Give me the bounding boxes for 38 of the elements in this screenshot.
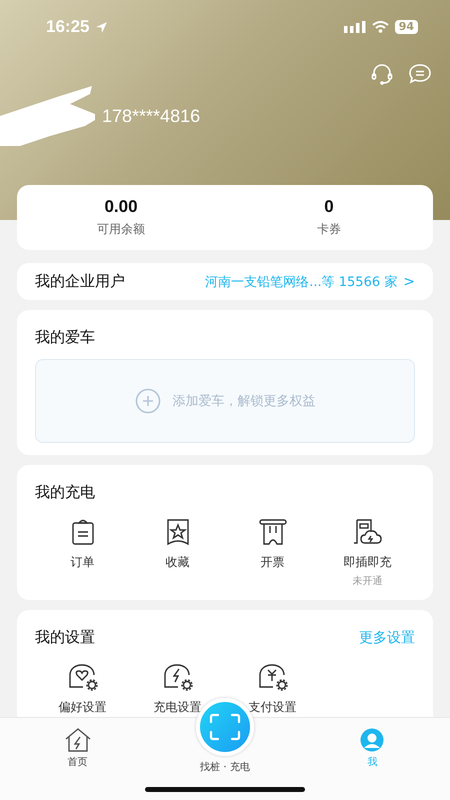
balance-label: 可用余额 bbox=[97, 221, 145, 238]
status-time: 16:25 bbox=[46, 17, 90, 37]
location-arrow-icon bbox=[95, 20, 108, 34]
section-title: 我的企业用户 bbox=[35, 272, 125, 291]
charging-item-label[interactable]: 即插即充 bbox=[344, 554, 392, 571]
section-title: 我的设置 bbox=[35, 628, 95, 647]
section-title: 我的爱车 bbox=[35, 328, 96, 347]
section-title: 我的充电 bbox=[35, 483, 96, 502]
settings-item-label[interactable]: 充电设置 bbox=[154, 699, 202, 716]
charging-item-label[interactable]: 收藏 bbox=[166, 554, 190, 571]
signal-icon bbox=[344, 21, 366, 33]
balance-label: 卡券 bbox=[317, 221, 341, 238]
add-car-text: 添加爱车，解锁更多权益 bbox=[172, 393, 316, 410]
phone-number: 178****4816 bbox=[102, 106, 200, 126]
charger-cloud-icon[interactable] bbox=[352, 518, 384, 546]
settings-bubble-icon[interactable] bbox=[256, 663, 288, 691]
battery-level: 94 bbox=[394, 20, 418, 34]
headset-icon[interactable] bbox=[370, 62, 394, 86]
status-note: 未开通 bbox=[352, 574, 382, 588]
plus-circle-icon bbox=[134, 388, 160, 414]
settings-item-label[interactable]: 偏好设置 bbox=[58, 699, 106, 716]
balance-value[interactable]: 0.00 bbox=[104, 197, 138, 217]
balance-value[interactable]: 0 bbox=[324, 197, 334, 217]
scan-icon bbox=[209, 713, 241, 741]
receipt-icon[interactable] bbox=[258, 518, 286, 546]
person-icon bbox=[359, 728, 386, 752]
wifi-icon bbox=[372, 21, 389, 33]
settings-item-label[interactable]: 支付设置 bbox=[248, 699, 296, 716]
tab[interactable]: 首页 bbox=[0, 728, 156, 769]
charging-item-label[interactable]: 订单 bbox=[70, 554, 94, 571]
charging-item-label[interactable]: 开票 bbox=[260, 554, 284, 571]
tab[interactable]: 找桩 · 充电 bbox=[200, 760, 250, 774]
enterprise-card[interactable]: 我的企业用户 河南一支铅笔网络...等 15566 家 > bbox=[17, 263, 433, 300]
settings-bubble-icon[interactable] bbox=[66, 663, 98, 691]
settings-bubble-icon[interactable] bbox=[162, 663, 194, 691]
chevron-icon: > bbox=[403, 274, 415, 290]
home-bolt-icon bbox=[64, 728, 91, 752]
message-icon[interactable] bbox=[408, 62, 432, 86]
